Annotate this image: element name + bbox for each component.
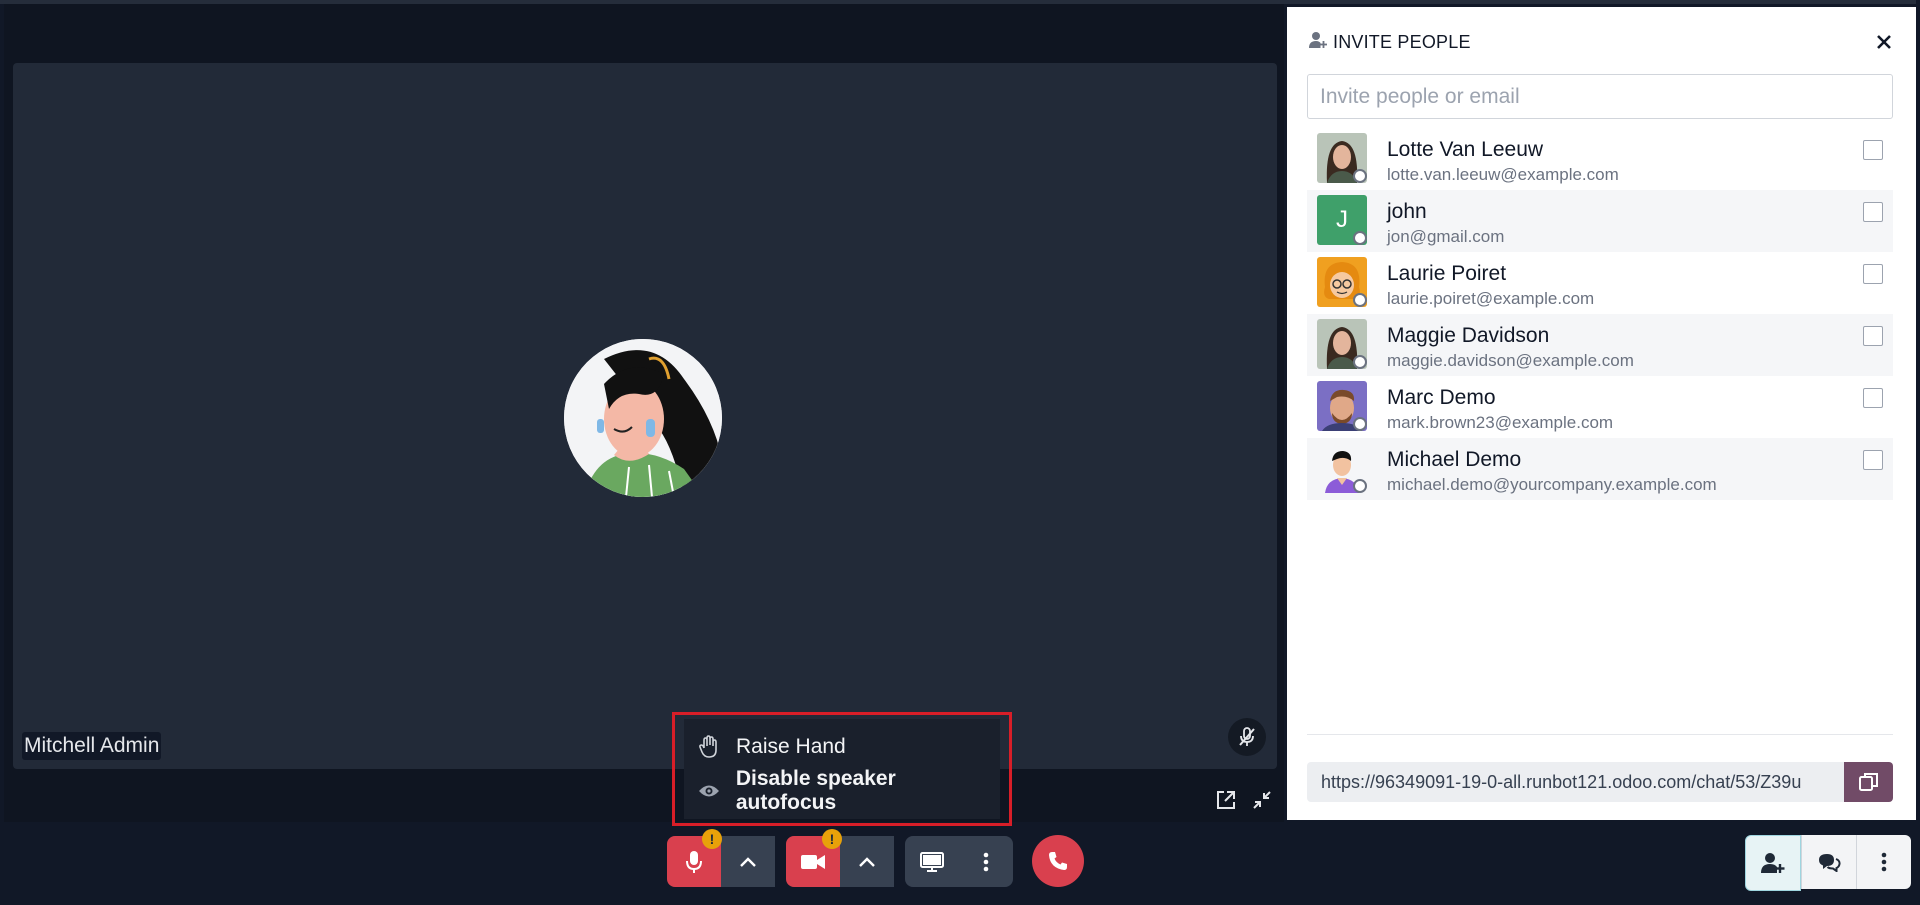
person-name: Laurie Poiret <box>1387 262 1507 285</box>
list-item[interactable]: Laurie Poiret laurie.poiret@example.com <box>1307 252 1893 314</box>
person-name: Michael Demo <box>1387 448 1522 471</box>
camera-control-group: ! <box>786 829 894 887</box>
camera-options-button[interactable] <box>840 836 894 887</box>
camera-warning-badge: ! <box>822 829 842 849</box>
status-indicator <box>1353 355 1367 369</box>
select-checkbox[interactable] <box>1863 140 1883 160</box>
panel-header: INVITE PEOPLE <box>1309 31 1471 54</box>
list-item[interactable]: Lotte Van Leeuw lotte.van.leeuw@example.… <box>1307 128 1893 190</box>
select-checkbox[interactable] <box>1863 388 1883 408</box>
disable-speaker-autofocus-label: Disable speaker autofocus <box>735 767 896 814</box>
raise-hand-menu-item[interactable]: Raise Hand <box>684 725 1000 769</box>
participant-avatar <box>564 339 722 497</box>
panel-title: INVITE PEOPLE <box>1333 32 1471 52</box>
copy-link-button[interactable] <box>1844 762 1893 802</box>
select-checkbox[interactable] <box>1863 202 1883 222</box>
person-name: Lotte Van Leeuw <box>1387 138 1544 161</box>
share-control-group <box>905 836 1013 887</box>
list-item[interactable]: Maggie Davidson maggie.davidson@example.… <box>1307 314 1893 376</box>
invite-link-field[interactable]: https://96349091-19-0-all.runbot121.odoo… <box>1307 762 1847 802</box>
person-email: jon@gmail.com <box>1387 227 1505 246</box>
hang-up-button[interactable] <box>1032 835 1084 887</box>
screen-share-button[interactable] <box>905 836 959 887</box>
status-indicator <box>1353 231 1367 245</box>
more-options-menu: Raise Hand Disable speaker autofocus <box>672 712 1012 826</box>
eye-icon <box>696 778 722 804</box>
microphone-warning-badge: ! <box>702 829 722 849</box>
status-indicator <box>1353 293 1367 307</box>
sidebar-more-options-button[interactable] <box>1856 835 1911 889</box>
invite-search-input[interactable] <box>1307 74 1893 119</box>
chat-toggle-button[interactable] <box>1801 835 1856 889</box>
avatar-initial: J <box>1336 206 1348 233</box>
microphone-options-button[interactable] <box>721 836 775 887</box>
call-area: Mitchell Admin <box>4 4 1284 822</box>
participant-card[interactable]: Mitchell Admin <box>13 63 1277 769</box>
microphone-control-group: ! <box>667 829 775 887</box>
person-email: lotte.van.leeuw@example.com <box>1387 165 1619 184</box>
close-icon[interactable] <box>1872 30 1896 54</box>
participant-name-tag: Mitchell Admin <box>22 732 162 760</box>
more-options-button[interactable] <box>959 836 1013 887</box>
popout-icon[interactable] <box>1212 786 1240 814</box>
person-email: mark.brown23@example.com <box>1387 413 1614 432</box>
person-email: michael.demo@yourcompany.example.com <box>1387 475 1717 494</box>
copy-icon <box>1858 773 1878 791</box>
person-name: Marc Demo <box>1387 386 1496 409</box>
add-user-icon <box>1309 31 1327 54</box>
sidebar-toggle-group <box>1745 835 1911 891</box>
person-email: maggie.davidson@example.com <box>1387 351 1634 370</box>
invite-people-panel: INVITE PEOPLE Lotte Van Leeuw lotte.van.… <box>1287 7 1916 820</box>
status-indicator <box>1353 479 1367 493</box>
select-checkbox[interactable] <box>1863 326 1883 346</box>
raise-hand-label: Raise Hand <box>736 735 846 758</box>
status-indicator <box>1353 169 1367 183</box>
list-item[interactable]: Marc Demo mark.brown23@example.com <box>1307 376 1893 438</box>
select-checkbox[interactable] <box>1863 264 1883 284</box>
person-name: Maggie Davidson <box>1387 324 1550 347</box>
muted-mic-icon <box>1228 718 1266 756</box>
people-list: Lotte Van Leeuw lotte.van.leeuw@example.… <box>1307 128 1893 500</box>
list-item[interactable]: Michael Demo michael.demo@yourcompany.ex… <box>1307 438 1893 500</box>
select-checkbox[interactable] <box>1863 450 1883 470</box>
minimize-icon[interactable] <box>1248 786 1276 814</box>
list-item[interactable]: J john jon@gmail.com <box>1307 190 1893 252</box>
person-email: laurie.poiret@example.com <box>1387 289 1595 308</box>
disable-speaker-autofocus-menu-item[interactable]: Disable speaker autofocus <box>684 767 1000 814</box>
hand-icon <box>696 734 722 760</box>
divider <box>1307 734 1893 735</box>
invite-people-toggle-button[interactable] <box>1745 835 1801 891</box>
person-name: john <box>1387 200 1427 223</box>
status-indicator <box>1353 417 1367 431</box>
